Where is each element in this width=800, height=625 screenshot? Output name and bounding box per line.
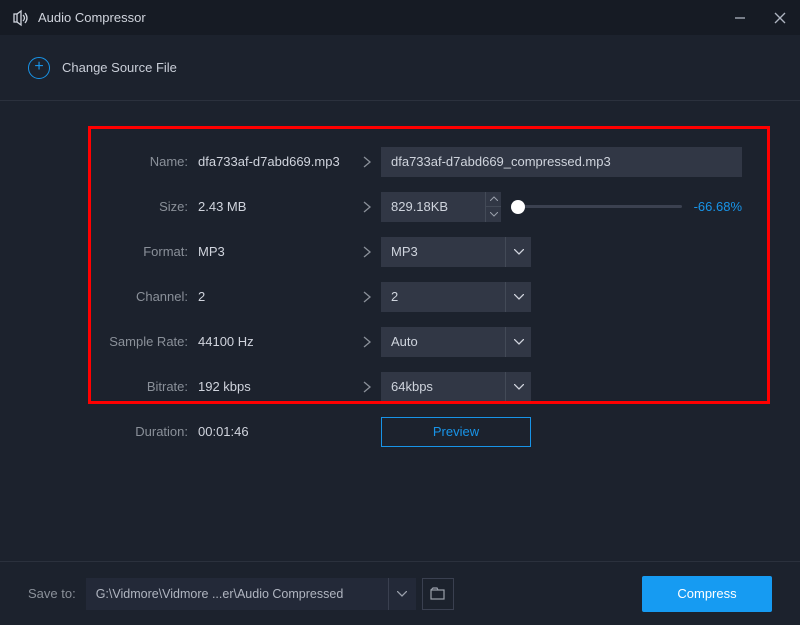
bitrate-value: 64kbps	[391, 379, 505, 394]
chevron-right-icon	[353, 245, 381, 259]
save-path: G:\Vidmore\Vidmore ...er\Audio Compresse…	[86, 587, 388, 601]
source-size: 2.43 MB	[198, 199, 353, 214]
slider-track	[513, 205, 682, 208]
label-bitrate: Bitrate:	[28, 379, 198, 394]
label-duration: Duration:	[28, 424, 198, 439]
main-area: Name: dfa733af-d7abd669.mp3 Size: 2.43 M…	[0, 101, 800, 561]
change-source-label: Change Source File	[62, 60, 177, 75]
dropdown-icon	[505, 282, 531, 312]
chevron-right-icon	[353, 155, 381, 169]
label-format: Format:	[28, 244, 198, 259]
format-select[interactable]: MP3	[381, 237, 531, 267]
duration-value: 00:01:46	[198, 424, 353, 439]
app-window: Audio Compressor + Change Source File Na…	[0, 0, 800, 625]
open-folder-button[interactable]	[422, 578, 454, 610]
size-down-button[interactable]	[485, 207, 501, 222]
row-sample-rate: Sample Rate: 44100 Hz Auto	[28, 319, 742, 364]
app-icon	[12, 9, 30, 27]
form-container: Name: dfa733af-d7abd669.mp3 Size: 2.43 M…	[28, 121, 772, 454]
row-name: Name: dfa733af-d7abd669.mp3	[28, 139, 742, 184]
format-value: MP3	[391, 244, 505, 259]
close-button[interactable]	[760, 0, 800, 35]
app-title: Audio Compressor	[38, 10, 146, 25]
bitrate-select[interactable]: 64kbps	[381, 372, 531, 402]
label-name: Name:	[28, 154, 198, 169]
row-size: Size: 2.43 MB 829.18KB	[28, 184, 742, 229]
chevron-right-icon	[353, 290, 381, 304]
sample-rate-select[interactable]: Auto	[381, 327, 531, 357]
row-format: Format: MP3 MP3	[28, 229, 742, 274]
source-channel: 2	[198, 289, 353, 304]
compress-button[interactable]: Compress	[642, 576, 772, 612]
slider-thumb[interactable]	[511, 200, 525, 214]
chevron-right-icon	[353, 380, 381, 394]
label-sample-rate: Sample Rate:	[28, 334, 198, 349]
minimize-button[interactable]	[720, 0, 760, 35]
target-size-value: 829.18KB	[381, 199, 485, 214]
chevron-right-icon	[353, 335, 381, 349]
source-bitrate: 192 kbps	[198, 379, 353, 394]
sample-rate-value: Auto	[391, 334, 505, 349]
dropdown-icon	[388, 578, 416, 610]
channel-value: 2	[391, 289, 505, 304]
channel-select[interactable]: 2	[381, 282, 531, 312]
source-format: MP3	[198, 244, 353, 259]
change-source-row[interactable]: + Change Source File	[0, 35, 800, 101]
source-sample-rate: 44100 Hz	[198, 334, 353, 349]
output-name-input[interactable]	[381, 147, 742, 177]
bottom-bar: Save to: G:\Vidmore\Vidmore ...er\Audio …	[0, 561, 800, 625]
window-controls	[720, 0, 800, 35]
size-up-button[interactable]	[485, 192, 501, 207]
size-percent: -66.68%	[694, 199, 742, 214]
save-to-label: Save to:	[28, 586, 76, 601]
label-channel: Channel:	[28, 289, 198, 304]
add-icon: +	[28, 57, 50, 79]
source-name: dfa733af-d7abd669.mp3	[198, 154, 353, 169]
label-size: Size:	[28, 199, 198, 214]
dropdown-icon	[505, 372, 531, 402]
dropdown-icon	[505, 327, 531, 357]
row-bitrate: Bitrate: 192 kbps 64kbps	[28, 364, 742, 409]
row-channel: Channel: 2 2	[28, 274, 742, 319]
save-path-select[interactable]: G:\Vidmore\Vidmore ...er\Audio Compresse…	[86, 578, 416, 610]
size-slider[interactable]	[513, 205, 682, 208]
target-size-stepper[interactable]: 829.18KB	[381, 192, 501, 222]
titlebar: Audio Compressor	[0, 0, 800, 35]
row-duration: Duration: 00:01:46 Preview	[28, 409, 742, 454]
dropdown-icon	[505, 237, 531, 267]
chevron-right-icon	[353, 200, 381, 214]
preview-button[interactable]: Preview	[381, 417, 531, 447]
